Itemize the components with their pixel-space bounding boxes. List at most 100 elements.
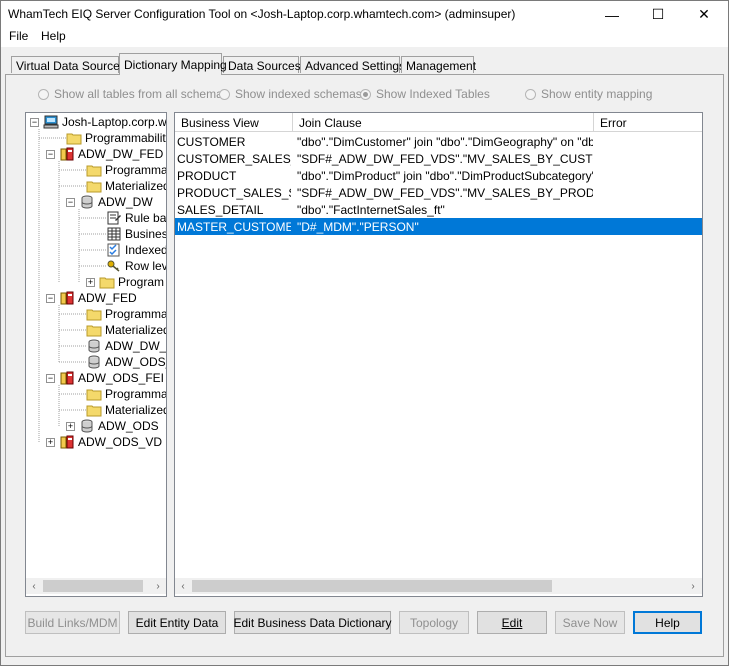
grid-scroll-thumb[interactable] xyxy=(192,580,552,592)
edit-business-data-dictionary-button[interactable]: Edit Business Data Dictionary xyxy=(233,611,392,634)
grid-hscrollbar[interactable]: ‹ › xyxy=(175,578,702,594)
minimize-icon: — xyxy=(605,6,619,23)
maximize-button[interactable]: ☐ xyxy=(635,1,681,28)
folder-icon xyxy=(86,403,105,417)
tree-node[interactable]: Programmab xyxy=(86,306,166,322)
tree-node[interactable]: + ADW_ODS xyxy=(66,418,159,434)
folder-icon xyxy=(86,179,105,193)
save-now-button[interactable]: Save Now xyxy=(555,611,625,634)
tree-node[interactable]: Row lev xyxy=(106,258,166,274)
column-header-join-clause[interactable]: Join Clause xyxy=(293,113,594,131)
tree-node[interactable]: ADW_DW_ xyxy=(86,338,166,354)
scroll-right-icon[interactable]: › xyxy=(150,578,166,594)
folder-icon xyxy=(86,163,105,177)
tree-node-label: Materialized xyxy=(105,323,167,337)
radio-circle xyxy=(360,88,371,100)
tab-strip: Virtual Data Sources Dictionary Mapping … xyxy=(1,53,728,75)
table-row[interactable]: PRODUCT "dbo"."DimProduct" join "dbo"."Di… xyxy=(175,167,702,184)
scroll-left-icon[interactable]: ‹ xyxy=(26,578,42,594)
radio-circle xyxy=(38,88,49,100)
folder-icon xyxy=(86,387,105,401)
tree-node[interactable]: Programmab xyxy=(86,386,166,402)
tree-node[interactable]: Materialized xyxy=(86,178,166,194)
main-window: WhamTech EIQ Server Configuration Tool o… xyxy=(0,0,729,666)
table-row[interactable]: CUSTOMER "dbo"."DimCustomer" join "dbo"."… xyxy=(175,133,702,150)
menu-file[interactable]: File xyxy=(9,29,28,43)
collapse-icon[interactable]: − xyxy=(46,149,55,159)
radio-show-indexed-schemas[interactable]: Show indexed schemas xyxy=(219,87,362,101)
build-links-mdm-button[interactable]: Build Links/MDM xyxy=(25,611,120,634)
tree-node[interactable]: + ADW_ODS_VD xyxy=(46,434,162,450)
radio-label: Show all tables from all schemas xyxy=(54,87,229,101)
tree-node[interactable]: − ADW_FED xyxy=(46,290,137,306)
tree-node[interactable]: Indexed xyxy=(106,242,167,258)
tree-node-label: ADW_ODS_FEI xyxy=(78,371,165,385)
tree-node[interactable]: Materialized xyxy=(86,322,167,338)
tree-node[interactable]: Rule ba xyxy=(106,210,166,226)
table-row[interactable]: MASTER_CUSTOMER "D#_MDM"."PERSON" xyxy=(175,218,702,235)
cell-join-clause: "dbo"."DimCustomer" join "dbo"."DimGeogr… xyxy=(297,135,593,149)
table-row[interactable]: CUSTOMER_SALES_... "SDF#_ADW_DW_FED_VDS".… xyxy=(175,150,702,167)
radio-show-indexed-tables[interactable]: Show Indexed Tables xyxy=(360,87,490,101)
collapse-icon[interactable]: − xyxy=(46,293,55,303)
tree-scroll-thumb[interactable] xyxy=(43,580,143,592)
radio-label: Show Indexed Tables xyxy=(376,87,490,101)
scroll-left-icon[interactable]: ‹ xyxy=(175,578,191,594)
tree-node[interactable]: − ADW_DW xyxy=(66,194,153,210)
tree-node[interactable]: − Josh-Laptop.corp.wh xyxy=(30,114,166,130)
menu-help[interactable]: Help xyxy=(41,29,66,43)
collapse-icon[interactable]: − xyxy=(66,197,75,207)
tab-virtual-data-sources[interactable]: Virtual Data Sources xyxy=(11,56,126,73)
expand-icon[interactable]: + xyxy=(46,437,55,447)
grid-header: Business View Join Clause Error xyxy=(175,113,702,132)
cell-join-clause: "SDF#_ADW_DW_FED_VDS"."MV_SALES_BY_CUSTO… xyxy=(297,152,593,166)
tab-advanced-settings[interactable]: Advanced Settings xyxy=(300,56,405,73)
cell-business-view: MASTER_CUSTOMER xyxy=(177,220,291,234)
tab-dictionary-mapping[interactable]: Dictionary Mapping xyxy=(119,53,227,75)
menu-bar: File Help xyxy=(1,28,728,47)
tree-hscrollbar[interactable]: ‹ › xyxy=(26,578,166,594)
window-title: WhamTech EIQ Server Configuration Tool o… xyxy=(8,7,516,21)
tree-node-label: Indexed xyxy=(125,243,167,257)
tree-node[interactable]: ADW_ODS_ xyxy=(86,354,167,370)
cell-business-view: CUSTOMER_SALES_... xyxy=(177,152,291,166)
tree-node[interactable]: Busines xyxy=(106,226,166,242)
minimize-button[interactable]: — xyxy=(589,1,635,28)
scroll-right-icon[interactable]: › xyxy=(685,578,701,594)
close-button[interactable]: ✕ xyxy=(681,1,727,28)
edit-entity-data-button[interactable]: Edit Entity Data xyxy=(128,611,226,634)
tree-node-label: ADW_ODS_ xyxy=(105,355,167,369)
topology-button[interactable]: Topology xyxy=(399,611,469,634)
business-view-grid[interactable]: Business View Join Clause Error CUSTOMER… xyxy=(174,112,703,597)
tree-node[interactable]: − ADW_ODS_FEI xyxy=(46,370,164,386)
radio-label: Show indexed schemas xyxy=(235,87,362,101)
schema-tree[interactable]: − Josh-Laptop.corp.wh Programmability − ADW_… xyxy=(25,112,167,597)
database-icon xyxy=(86,355,105,369)
collapse-icon[interactable]: − xyxy=(30,117,39,127)
help-button[interactable]: Help xyxy=(633,611,702,634)
tree-node[interactable]: Programmab xyxy=(86,162,166,178)
expand-icon[interactable]: + xyxy=(66,421,75,431)
radio-show-all-tables[interactable]: Show all tables from all schemas xyxy=(38,87,229,101)
table-icon xyxy=(106,227,125,241)
key-icon xyxy=(106,259,125,273)
tree-node-label: Materialized xyxy=(105,403,167,417)
title-bar[interactable]: WhamTech EIQ Server Configuration Tool o… xyxy=(1,1,728,28)
column-header-business-view[interactable]: Business View xyxy=(175,113,293,131)
table-row[interactable]: SALES_DETAIL "dbo"."FactInternetSales_ft" xyxy=(175,201,702,218)
table-row[interactable]: PRODUCT_SALES_S... "SDF#_ADW_DW_FED_VDS".… xyxy=(175,184,702,201)
tree-node[interactable]: Materialized xyxy=(86,402,167,418)
tree-node[interactable]: + Program xyxy=(86,274,164,290)
database-federated-icon xyxy=(59,371,78,385)
collapse-icon[interactable]: − xyxy=(46,373,55,383)
tab-data-sources[interactable]: Data Sources xyxy=(223,56,301,73)
expand-icon[interactable]: + xyxy=(86,277,95,287)
database-icon xyxy=(79,195,98,209)
edit-button[interactable]: Edit xyxy=(477,611,547,634)
tree-node[interactable]: − ADW_DW_FED xyxy=(46,146,163,162)
column-header-error[interactable]: Error xyxy=(594,113,702,131)
database-icon xyxy=(79,419,98,433)
tab-management[interactable]: Management xyxy=(401,56,476,73)
tree-node[interactable]: Programmability xyxy=(66,130,166,146)
radio-show-entity-mapping[interactable]: Show entity mapping xyxy=(525,87,652,101)
